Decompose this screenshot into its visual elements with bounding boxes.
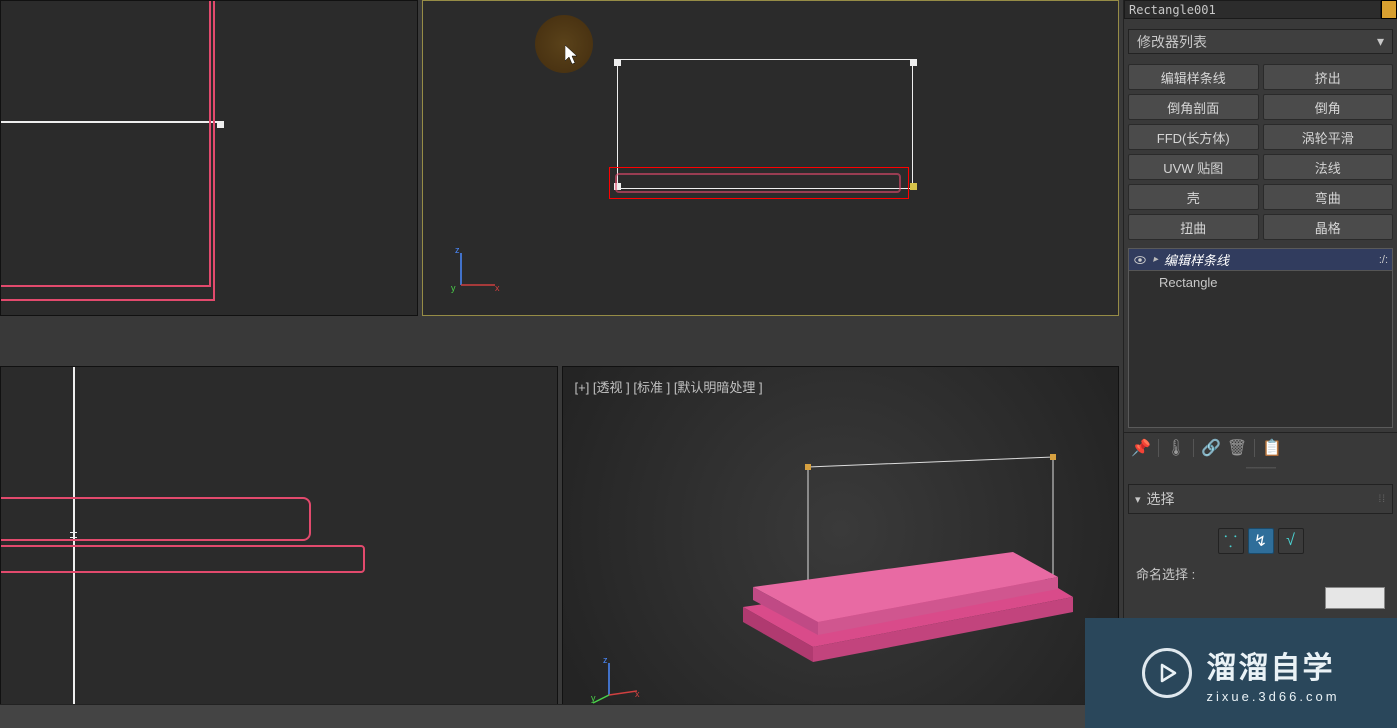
subobject-selection-row: ⸪ ↯ √ xyxy=(1124,518,1397,564)
watermark-play-icon xyxy=(1142,648,1192,698)
configure-modifier-sets-icon[interactable]: 📋 xyxy=(1263,439,1281,457)
mod-normal-button[interactable]: 法线 xyxy=(1263,154,1394,180)
named-selection-input[interactable] xyxy=(1325,587,1385,609)
axis-x-label: x xyxy=(495,283,500,293)
make-unique-icon[interactable]: 🔗 xyxy=(1202,439,1220,457)
stack-active-extra: :/: xyxy=(1379,254,1388,266)
panel-drag-handle[interactable] xyxy=(1246,467,1276,470)
mod-turbosmooth-button[interactable]: 涡轮平滑 xyxy=(1263,124,1394,150)
modifier-stack[interactable]: ▸ 编辑样条线 :/: Rectangle xyxy=(1128,248,1393,428)
mod-edit-spline-button[interactable]: 编辑样条线 xyxy=(1128,64,1259,90)
modifier-list-label: 修改器列表 xyxy=(1137,32,1207,52)
delete-modifier-icon[interactable]: 🗑 xyxy=(1228,439,1246,457)
viewport-label: [+] [透视 ] [标准 ] [默认明暗处理 ] xyxy=(575,377,763,396)
svg-text:z: z xyxy=(603,657,608,665)
watermark: 溜溜自学 zixue.3d66.com xyxy=(1085,618,1397,728)
grip-dots-icon: ⁞⁞ xyxy=(1378,494,1386,505)
svg-text:y: y xyxy=(591,693,596,703)
object-color-swatch[interactable] xyxy=(1381,0,1397,19)
svg-text:x: x xyxy=(635,689,640,699)
mod-twist-button[interactable]: 扭曲 xyxy=(1128,214,1259,240)
mod-bevel-profile-button[interactable]: 倒角剖面 xyxy=(1128,94,1259,120)
vertex-icon: ⸪ xyxy=(1224,530,1237,552)
mouse-highlight xyxy=(535,15,593,73)
status-bar xyxy=(0,704,1123,728)
axis-z-label: z xyxy=(455,245,460,255)
viewport-perspective[interactable]: [+] [透视 ] [标准 ] [默认明暗处理 ] xyxy=(562,366,1120,728)
cursor-arrow-icon xyxy=(565,45,581,71)
named-selection-row: 命名选择 : xyxy=(1124,564,1397,583)
chevron-down-icon: ▾ xyxy=(1377,33,1384,50)
axis-gizmo-icon: z x y xyxy=(451,245,501,295)
segment-icon: ↯ xyxy=(1254,531,1267,551)
mod-ffd-box-button[interactable]: FFD(长方体) xyxy=(1128,124,1259,150)
mod-bend-button[interactable]: 弯曲 xyxy=(1263,184,1394,210)
rollout-selection-label: 选择 xyxy=(1147,489,1175,509)
mod-lattice-button[interactable]: 晶格 xyxy=(1263,214,1394,240)
vertex-subobject-button[interactable]: ⸪ xyxy=(1218,528,1244,554)
expand-triangle-icon: ▸ xyxy=(1153,254,1158,265)
perspective-model xyxy=(723,437,1093,657)
spline-subobject-button[interactable]: √ xyxy=(1278,528,1304,554)
mod-shell-button[interactable]: 壳 xyxy=(1128,184,1259,210)
viewport-top-right[interactable]: z x y xyxy=(422,0,1119,316)
stack-base-label: Rectangle xyxy=(1159,275,1218,290)
axis-y-label: y xyxy=(451,283,456,293)
stack-toolbar: 📌 🌡 🔗 🗑 📋 xyxy=(1124,432,1397,463)
mod-bevel-button[interactable]: 倒角 xyxy=(1263,94,1394,120)
rollout-selection-header[interactable]: ▾ 选择 ⁞⁞ xyxy=(1128,484,1393,514)
stack-item-edit-spline[interactable]: ▸ 编辑样条线 :/: xyxy=(1129,249,1392,271)
watermark-url: zixue.3d66.com xyxy=(1206,689,1339,704)
stack-item-rectangle[interactable]: Rectangle xyxy=(1129,271,1392,293)
mod-extrude-button[interactable]: 挤出 xyxy=(1263,64,1394,90)
eye-icon xyxy=(1133,253,1147,267)
pin-icon[interactable]: 📌 xyxy=(1132,439,1150,457)
axis-gizmo-icon: z x y xyxy=(591,657,641,707)
watermark-title: 溜溜自学 xyxy=(1206,643,1339,687)
mod-uvw-map-button[interactable]: UVW 贴图 xyxy=(1128,154,1259,180)
stack-active-label: 编辑样条线 xyxy=(1164,250,1229,269)
object-name-input[interactable] xyxy=(1124,0,1381,19)
spline-icon: √ xyxy=(1286,532,1295,550)
rollout-collapse-icon: ▾ xyxy=(1135,493,1141,506)
viewport-top-left[interactable] xyxy=(0,0,418,316)
modifier-list-dropdown[interactable]: 修改器列表 ▾ xyxy=(1128,29,1393,54)
named-selection-label: 命名选择 : xyxy=(1136,564,1195,583)
segment-subobject-button[interactable]: ↯ xyxy=(1248,528,1274,554)
show-end-result-icon[interactable]: 🌡 xyxy=(1167,439,1185,457)
viewport-bottom-left[interactable] xyxy=(0,366,558,728)
